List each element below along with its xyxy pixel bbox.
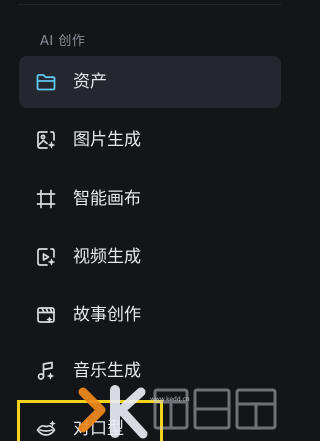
video-spark-icon bbox=[35, 246, 57, 268]
nav-item-assets[interactable]: 资产 bbox=[19, 56, 281, 108]
ai-creation-sidebar: AI 创作 资产 图片生成 智能画布 视频生成 故事创作 音乐生成 对口型 ww… bbox=[0, 0, 281, 441]
nav-item-smart-canvas[interactable]: 智能画布 bbox=[19, 174, 281, 224]
kedd-watermark-logo bbox=[78, 385, 277, 439]
previous-item-edge bbox=[18, 0, 281, 5]
nav-item-label: 资产 bbox=[73, 71, 107, 92]
nav-item-image-generation[interactable]: 图片生成 bbox=[19, 115, 281, 165]
nav-item-label: 音乐生成 bbox=[73, 360, 141, 381]
watermark-url: www.kedd.cn bbox=[150, 396, 190, 403]
nav-item-story-creation[interactable]: 故事创作 bbox=[19, 290, 281, 340]
section-title: AI 创作 bbox=[40, 34, 86, 49]
canvas-crop-icon bbox=[35, 188, 57, 210]
nav-item-label: 故事创作 bbox=[73, 304, 141, 325]
music-note-icon bbox=[35, 360, 57, 382]
clapperboard-icon bbox=[35, 304, 57, 326]
image-spark-icon bbox=[35, 129, 57, 151]
nav-item-label: 视频生成 bbox=[73, 246, 141, 267]
nav-item-video-generation[interactable]: 视频生成 bbox=[19, 232, 281, 282]
nav-item-label: 图片生成 bbox=[73, 129, 141, 150]
folder-icon bbox=[35, 71, 57, 93]
nav-item-label: 智能画布 bbox=[73, 188, 141, 209]
